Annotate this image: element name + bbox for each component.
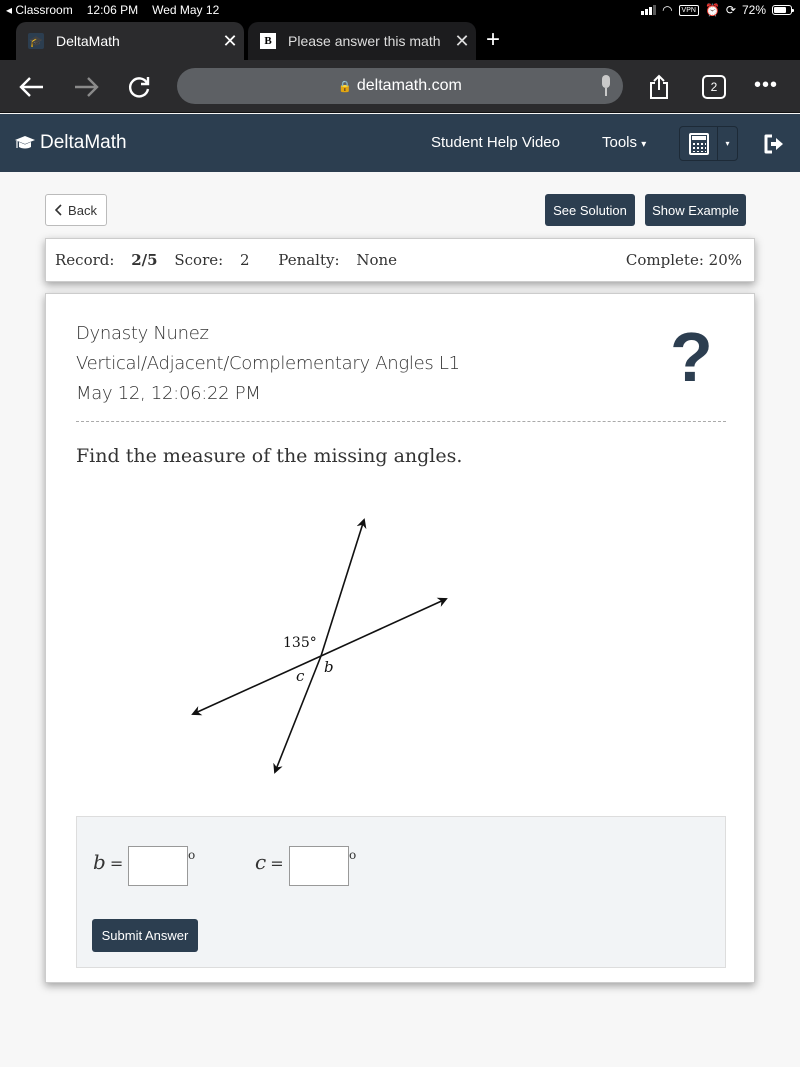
status-date: Wed May 12 xyxy=(152,3,220,17)
graduation-cap-icon: 🎓 xyxy=(28,33,44,49)
help-icon[interactable]: ? xyxy=(670,322,713,392)
lock-icon: 🔒 xyxy=(338,80,352,93)
more-menu-icon[interactable]: ••• xyxy=(754,74,778,97)
graduation-cap-icon xyxy=(15,136,35,149)
record-bar: Record: 2/5 Score: 2 Penalty: None Compl… xyxy=(45,238,755,282)
status-time: 12:06 PM xyxy=(86,3,139,17)
share-icon[interactable] xyxy=(644,72,674,102)
back-button[interactable]: Back xyxy=(45,194,107,226)
calculator-dropdown[interactable]: ▾ xyxy=(718,127,737,160)
student-name: Dynasty Nunez xyxy=(76,323,209,344)
answer-area: b = o c = o Submit Answer xyxy=(76,816,726,968)
c-degree-symbol: o xyxy=(349,848,357,862)
chevron-down-icon: ▾ xyxy=(641,139,647,150)
calculator-icon xyxy=(688,132,709,155)
close-tab-icon[interactable]: ✕ xyxy=(448,31,476,52)
deltamath-logo[interactable]: DeltaMath xyxy=(14,132,127,154)
line-2-right xyxy=(320,597,448,657)
complete-stat: Complete: 20% xyxy=(625,251,742,269)
score-stat: Score: 2 xyxy=(174,251,250,269)
angle-b-label: b xyxy=(324,658,334,676)
show-example-button[interactable]: Show Example xyxy=(645,194,746,226)
back-arrow-icon[interactable] xyxy=(17,72,47,102)
problem-meta: Dynasty Nunez Vertical/Adjacent/Compleme… xyxy=(76,319,460,409)
angle-c-label: c xyxy=(296,667,305,685)
chevron-down-icon: ▾ xyxy=(725,139,730,148)
line-1-up xyxy=(320,518,367,657)
tools-menu[interactable]: Tools ▾ xyxy=(602,134,646,151)
b-degree-symbol: o xyxy=(188,848,196,862)
new-tab-button[interactable]: + xyxy=(486,26,500,54)
vpn-badge: VPN xyxy=(678,4,699,16)
battery-icon xyxy=(772,5,794,15)
browser-tab-strip: 🎓 DeltaMath ✕ B Please answer this math … xyxy=(0,20,800,60)
given-angle-label: 135° xyxy=(283,635,317,651)
penalty-stat: Penalty: None xyxy=(278,251,398,269)
deltamath-navbar: DeltaMath Student Help Video Tools ▾ ▾ xyxy=(0,114,800,172)
submit-answer-button[interactable]: Submit Answer xyxy=(92,919,198,952)
signal-icon xyxy=(641,5,657,15)
back-to-app[interactable]: ◂ Classroom xyxy=(6,3,73,17)
logout-icon[interactable] xyxy=(762,133,784,155)
alarm-icon: ⏰ xyxy=(704,3,720,17)
browser-toolbar: 🔒 deltamath.com 2 ••• xyxy=(0,60,800,113)
angle-diagram: 135° b c xyxy=(191,518,448,774)
c-label: c = xyxy=(255,850,284,874)
student-help-video-link[interactable]: Student Help Video xyxy=(431,134,560,151)
calculator-button-group: ▾ xyxy=(679,126,738,161)
divider xyxy=(76,421,726,422)
chevron-left-icon xyxy=(55,204,62,216)
tab-count-button[interactable]: 2 xyxy=(702,75,726,99)
calculator-button[interactable] xyxy=(680,127,718,160)
b-label: b = xyxy=(93,850,124,874)
problem-timestamp: May 12, 12:06:22 PM xyxy=(76,383,261,404)
brainly-icon: B xyxy=(260,33,276,49)
problem-prompt: Find the measure of the missing angles. xyxy=(76,445,463,467)
forward-arrow-icon[interactable] xyxy=(71,72,101,102)
skill-name: Vertical/Adjacent/Complementary Angles L… xyxy=(76,353,460,374)
battery-percent: 72% xyxy=(741,3,766,17)
microphone-icon[interactable] xyxy=(601,75,611,97)
see-solution-button[interactable]: See Solution xyxy=(545,194,635,226)
rotation-lock-icon: ⟳ xyxy=(725,3,736,17)
record-stat: Record: 2/5 xyxy=(55,251,158,269)
problem-card: Dynasty Nunez Vertical/Adjacent/Compleme… xyxy=(45,293,755,983)
status-bar: ◂ Classroom 12:06 PM Wed May 12 ◠ VPN ⏰ … xyxy=(0,0,800,20)
c-answer-input[interactable] xyxy=(289,846,349,886)
close-tab-icon[interactable]: ✕ xyxy=(216,31,244,52)
address-bar[interactable]: 🔒 deltamath.com xyxy=(177,68,623,104)
reload-icon[interactable] xyxy=(125,72,155,102)
wifi-icon: ◠ xyxy=(662,3,673,17)
b-answer-input[interactable] xyxy=(128,846,188,886)
browser-tab-brainly[interactable]: B Please answer this math ✕ xyxy=(248,22,476,60)
browser-tab-deltamath[interactable]: 🎓 DeltaMath ✕ xyxy=(16,22,244,60)
